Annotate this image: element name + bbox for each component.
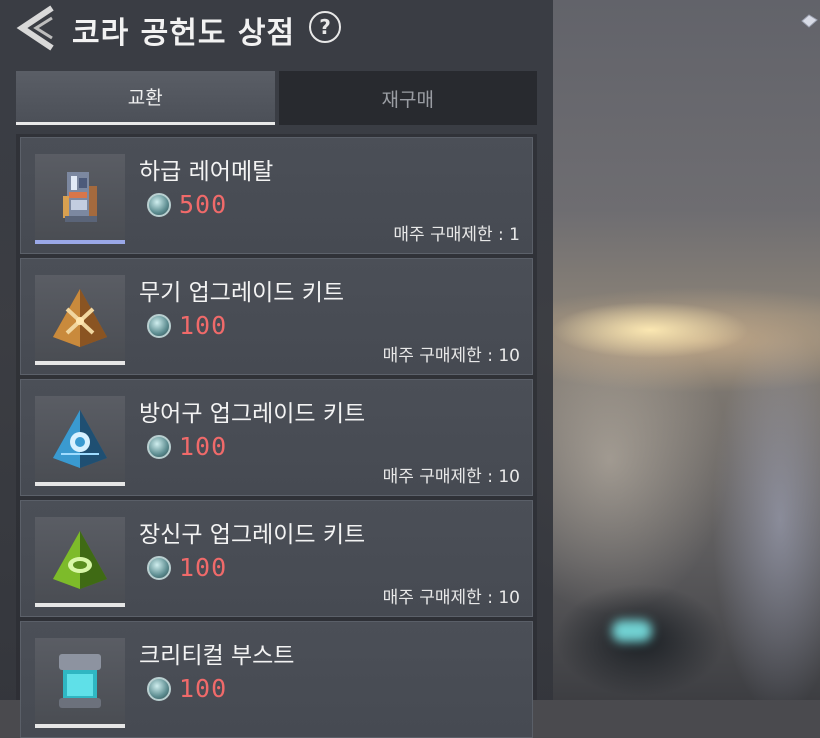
list-item[interactable]: 장신구 업그레이드 키트 100 매주 구매제한 : 10: [20, 500, 533, 617]
item-name: 장신구 업그레이드 키트: [139, 522, 366, 548]
tab-exchange[interactable]: 교환: [16, 71, 275, 125]
page-title: 코라 공헌도 상점: [72, 16, 296, 51]
item-price: 100: [147, 674, 227, 703]
price-value: 100: [179, 432, 228, 461]
item-name: 무기 업그레이드 키트: [139, 280, 345, 306]
help-button[interactable]: ?: [309, 11, 341, 43]
item-price: 100: [147, 311, 227, 340]
header-bar: 코라 공헌도 상점 ?: [0, 0, 820, 60]
tab-rebuy[interactable]: 재구매: [278, 71, 537, 125]
critical-boost-icon: [59, 654, 101, 708]
item-list[interactable]: 하급 레어메탈 500 매주 구매제한 : 1 무기 업그레이드 키트 100 …: [16, 134, 537, 738]
contribution-coin-icon: [147, 555, 171, 580]
item-thumbnail: [35, 275, 125, 365]
contribution-coin-icon: [147, 434, 171, 459]
purchase-limit: 매주 구매제한 : 10: [382, 346, 520, 366]
item-name: 방어구 업그레이드 키트: [139, 401, 366, 427]
purchase-limit: 매주 구매제한 : 10: [382, 588, 520, 608]
item-thumbnail: [35, 396, 125, 486]
list-item[interactable]: 크리티컬 부스트 100: [20, 621, 533, 738]
price-value: 100: [179, 311, 228, 340]
shop-tabs: 교환 재구매: [16, 71, 537, 125]
contribution-coin-icon: [147, 192, 171, 217]
item-thumbnail: [35, 154, 125, 244]
back-button[interactable]: [12, 4, 60, 52]
list-item[interactable]: 방어구 업그레이드 키트 100 매주 구매제한 : 10: [20, 379, 533, 496]
purchase-limit: 매주 구매제한 : 1: [393, 225, 520, 245]
rare-metal-icon: [63, 172, 97, 222]
list-item[interactable]: 무기 업그레이드 키트 100 매주 구매제한 : 10: [20, 258, 533, 375]
item-price: 100: [147, 432, 227, 461]
item-thumbnail: [35, 517, 125, 607]
back-arrow-icon: [16, 5, 54, 51]
item-name: 크리티컬 부스트: [139, 643, 295, 669]
purchase-limit: 매주 구매제한 : 10: [382, 467, 520, 487]
item-thumbnail: [35, 638, 125, 728]
contribution-coin-icon: [147, 676, 171, 701]
armor-kit-icon: [53, 410, 107, 468]
item-price: 100: [147, 553, 227, 582]
item-name: 하급 레어메탈: [139, 159, 274, 185]
price-value: 100: [179, 553, 228, 582]
background-light: [612, 620, 652, 642]
accessory-kit-icon: [53, 531, 107, 589]
price-value: 100: [179, 674, 228, 703]
price-value: 500: [179, 190, 228, 219]
contribution-coin-icon: [147, 313, 171, 338]
weapon-kit-icon: [53, 289, 107, 347]
item-price: 500: [147, 190, 227, 219]
list-item[interactable]: 하급 레어메탈 500 매주 구매제한 : 1: [20, 137, 533, 254]
